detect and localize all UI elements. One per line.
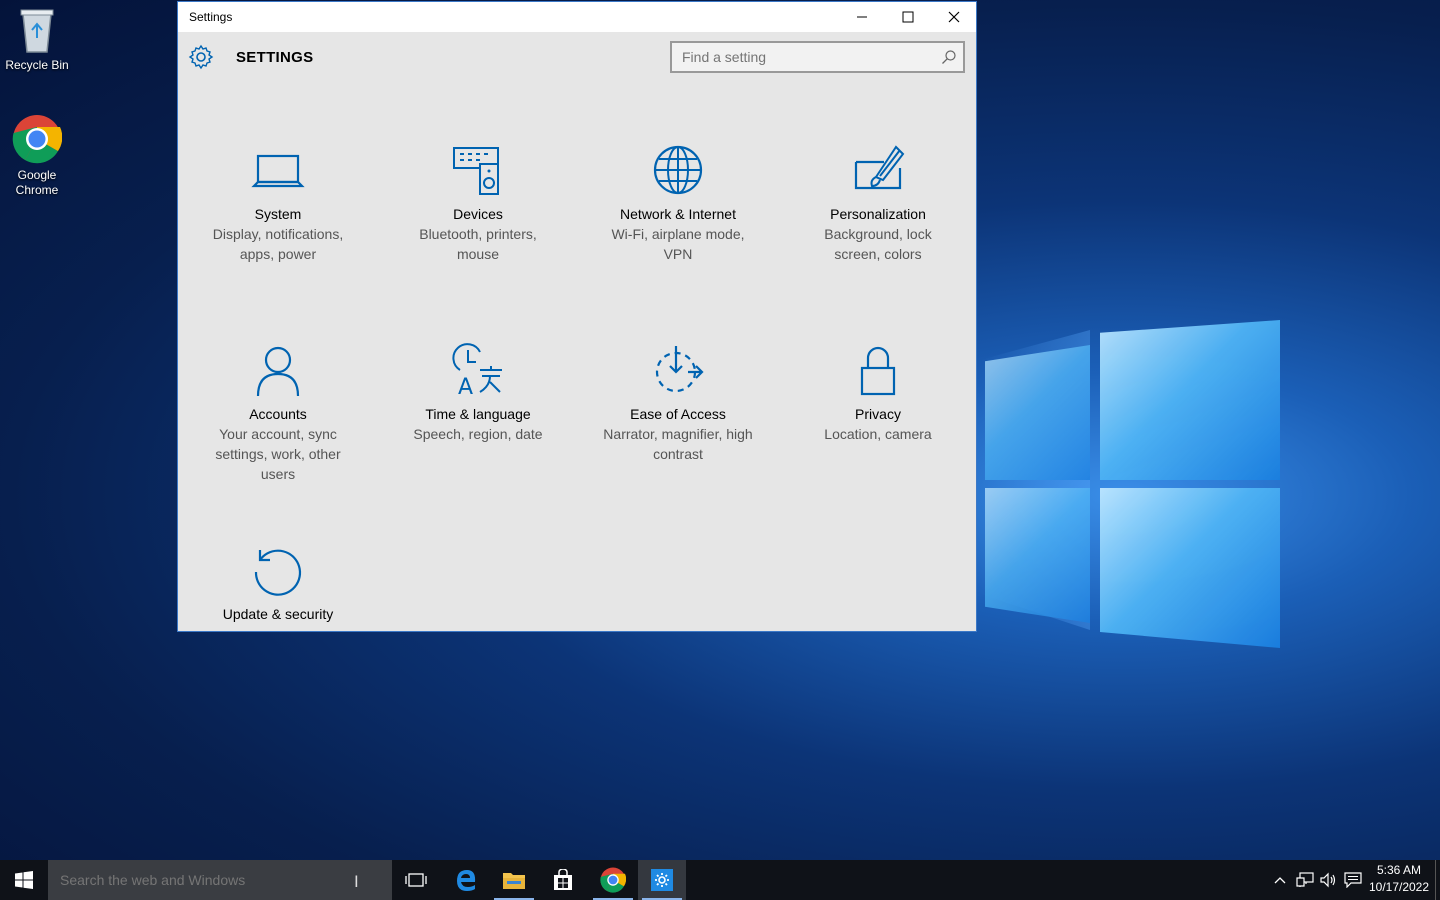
find-setting-search[interactable] [670, 41, 965, 73]
tile-privacy[interactable]: Privacy Location, camera [778, 342, 976, 444]
tile-desc: Your account, sync settings, work, other… [215, 426, 341, 482]
settings-window: Settings SETTINGS Find a setting System … [177, 1, 977, 632]
tile-update-security[interactable]: Update & security [178, 542, 378, 624]
desktop-icon-label: Recycle Bin [5, 58, 69, 72]
tile-desc: Display, notifications, apps, power [212, 226, 344, 262]
tile-accounts[interactable]: Accounts Your account, sync settings, wo… [178, 342, 378, 484]
maximize-icon [902, 11, 914, 23]
tile-name: Time & language [425, 406, 531, 422]
globe-icon [653, 145, 703, 195]
recycle-bin-icon [20, 9, 54, 53]
folder-icon [503, 873, 525, 889]
tray-network[interactable] [1294, 860, 1316, 900]
tile-devices[interactable]: Devices Bluetooth, printers, mouse [378, 142, 578, 264]
chrome-icon [12, 115, 62, 164]
taskbar-edge[interactable] [442, 860, 490, 900]
tile-name: Update & security [222, 606, 334, 622]
tile-system[interactable]: System Display, notifications, apps, pow… [178, 142, 378, 264]
desktop-icon-recycle-bin[interactable]: Recycle Bin [0, 6, 74, 73]
logo-pane-br [1100, 488, 1280, 648]
taskbar-task-view[interactable] [392, 860, 440, 900]
maximize-button[interactable] [885, 2, 931, 32]
taskbar-file-explorer[interactable] [490, 860, 538, 900]
taskbar-search[interactable]: I [48, 860, 392, 900]
notification-icon [1344, 872, 1362, 888]
tile-name: Privacy [855, 406, 901, 422]
minimize-icon [857, 16, 867, 18]
chrome-icon [600, 867, 626, 893]
taskbar-store[interactable] [539, 860, 587, 900]
logo-pane-tl-left [985, 345, 1090, 480]
tile-time-language[interactable]: A Time & language Speech, region, date [378, 342, 578, 444]
clock-language-icon: A [452, 343, 502, 398]
clock-date: 10/17/2022 [1368, 880, 1430, 894]
network-icon [1296, 872, 1314, 887]
tile-network-internet[interactable]: Network & Internet Wi-Fi, airplane mode,… [578, 142, 778, 264]
task-view-icon [405, 873, 427, 887]
tile-name: System [254, 206, 302, 222]
gear-icon [188, 44, 214, 70]
tile-personalization[interactable]: Personalization Background, lock screen,… [778, 142, 976, 264]
devices-icon [453, 147, 499, 195]
desktop-icon-chrome[interactable]: Google Chrome [0, 114, 74, 198]
volume-icon [1320, 872, 1336, 888]
store-icon [554, 869, 572, 890]
settings-header: SETTINGS [178, 32, 976, 92]
tile-desc: Background, lock screen, colors [824, 226, 932, 262]
tile-desc: Narrator, magnifier, high contrast [603, 426, 753, 462]
tile-name: Ease of Access [630, 406, 726, 422]
window-title: Settings [189, 10, 233, 24]
logo-pane-bl [985, 488, 1090, 623]
text-cursor-icon: I [354, 872, 359, 891]
taskbar-chrome[interactable] [589, 860, 637, 900]
tile-desc: Bluetooth, printers, mouse [419, 226, 537, 262]
close-button[interactable] [931, 2, 976, 32]
taskbar-clock[interactable]: 5:36 AM 10/17/2022 [1366, 862, 1432, 896]
tile-name: Personalization [830, 206, 926, 222]
tile-desc: Speech, region, date [413, 426, 543, 442]
tile-desc: Location, camera [824, 426, 932, 442]
tile-desc: Wi-Fi, airplane mode, VPN [611, 226, 745, 262]
lock-icon [860, 346, 896, 396]
search-input[interactable] [672, 43, 922, 71]
taskbar-settings[interactable] [638, 860, 686, 900]
ease-of-access-icon [655, 346, 704, 393]
paint-brush-icon [854, 145, 905, 190]
tray-chevron[interactable] [1270, 860, 1290, 900]
start-button[interactable] [0, 860, 48, 900]
search-icon[interactable] [941, 49, 957, 65]
update-icon [254, 549, 302, 596]
taskbar: I [0, 860, 1440, 900]
tile-name: Devices [453, 206, 503, 222]
chevron-up-icon [1274, 877, 1286, 884]
tile-name: Network & Internet [620, 206, 736, 222]
svg-text:A: A [458, 375, 473, 398]
minimize-button[interactable] [839, 2, 885, 32]
show-desktop-button[interactable] [1435, 860, 1440, 900]
tray-volume[interactable] [1318, 860, 1340, 900]
person-icon [256, 346, 300, 397]
logo-pane-tl [1100, 320, 1280, 480]
gear-icon [651, 869, 673, 891]
close-icon [948, 11, 960, 23]
page-title: SETTINGS [236, 49, 314, 66]
edge-icon [457, 870, 476, 891]
title-bar[interactable]: Settings [178, 2, 976, 32]
clock-time: 5:36 AM [1376, 863, 1422, 877]
tray-notifications[interactable] [1342, 860, 1364, 900]
tile-ease-of-access[interactable]: Ease of Access Narrator, magnifier, high… [578, 342, 778, 464]
desktop-icon-label: Google Chrome [15, 168, 59, 197]
laptop-icon [251, 154, 305, 188]
taskbar-search-input[interactable] [48, 860, 338, 900]
tile-name: Accounts [249, 406, 307, 422]
windows-logo-icon [15, 871, 33, 889]
